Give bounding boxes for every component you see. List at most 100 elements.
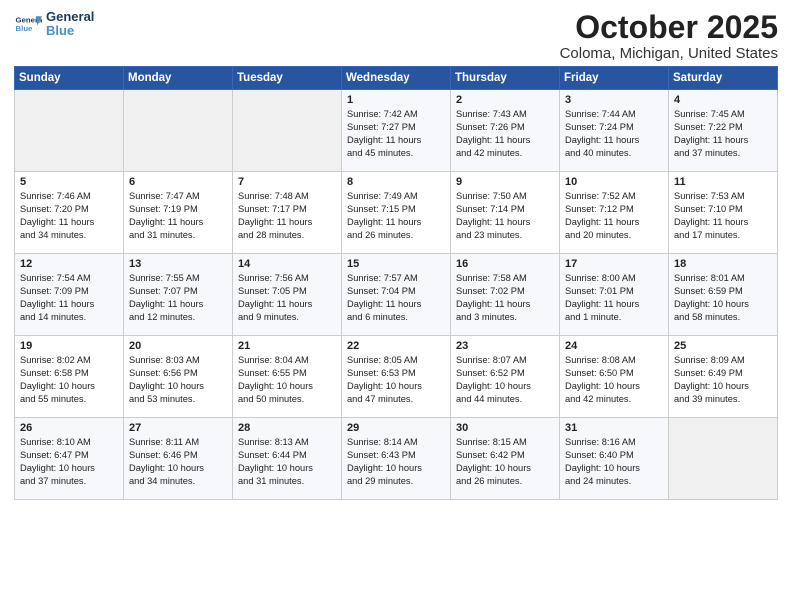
- calendar-cell: 27Sunrise: 8:11 AM Sunset: 6:46 PM Dayli…: [124, 418, 233, 500]
- day-info: Sunrise: 7:55 AM Sunset: 7:07 PM Dayligh…: [129, 272, 227, 324]
- day-number: 19: [20, 340, 118, 352]
- calendar-cell: 5Sunrise: 7:46 AM Sunset: 7:20 PM Daylig…: [15, 172, 124, 254]
- day-info: Sunrise: 8:08 AM Sunset: 6:50 PM Dayligh…: [565, 354, 663, 406]
- month-title: October 2025: [560, 10, 778, 45]
- calendar-cell: 3 Sunrise: 7:44 AM Sunset: 7:24 PM Daylig…: [560, 90, 669, 172]
- day-number: 20: [129, 340, 227, 352]
- day-number: 27: [129, 422, 227, 434]
- day-number: 4: [674, 94, 772, 106]
- day-number: 6: [129, 176, 227, 188]
- calendar-cell: 25Sunrise: 8:09 AM Sunset: 6:49 PM Dayli…: [669, 336, 778, 418]
- calendar-cell: 9 Sunrise: 7:50 AM Sunset: 7:14 PM Daylig…: [451, 172, 560, 254]
- calendar-cell: 21 Sunrise: 8:04 AM Sunset: 6:55 PM Dayli…: [233, 336, 342, 418]
- day-info: Sunrise: 7:44 AM Sunset: 7:24 PM Dayligh…: [565, 108, 663, 160]
- day-number: 14: [238, 258, 336, 270]
- calendar-week-row: 26 Sunrise: 8:10 AM Sunset: 6:47 PM Dayli…: [15, 418, 778, 500]
- weekday-header-monday: Monday: [124, 67, 233, 90]
- calendar-cell: 14Sunrise: 7:56 AM Sunset: 7:05 PM Dayli…: [233, 254, 342, 336]
- calendar-week-row: 19 Sunrise: 8:02 AM Sunset: 6:58 PM Dayli…: [15, 336, 778, 418]
- logo: General Blue General Blue: [14, 10, 94, 39]
- weekday-header-sunday: Sunday: [15, 67, 124, 90]
- calendar-cell: [669, 418, 778, 500]
- calendar-cell: 2 Sunrise: 7:43 AM Sunset: 7:26 PM Daylig…: [451, 90, 560, 172]
- day-number: 10: [565, 176, 663, 188]
- weekday-header-wednesday: Wednesday: [342, 67, 451, 90]
- day-info: Sunrise: 7:46 AM Sunset: 7:20 PM Dayligh…: [20, 190, 118, 242]
- calendar-cell: 12 Sunrise: 7:54 AM Sunset: 7:09 PM Dayli…: [15, 254, 124, 336]
- calendar-cell: 6 Sunrise: 7:47 AM Sunset: 7:19 PM Daylig…: [124, 172, 233, 254]
- calendar-cell: 7 Sunrise: 7:48 AM Sunset: 7:17 PM Daylig…: [233, 172, 342, 254]
- day-info: Sunrise: 8:05 AM Sunset: 6:53 PM Dayligh…: [347, 354, 445, 406]
- calendar-cell: 8 Sunrise: 7:49 AM Sunset: 7:15 PM Daylig…: [342, 172, 451, 254]
- day-info: Sunrise: 8:02 AM Sunset: 6:58 PM Dayligh…: [20, 354, 118, 406]
- day-number: 3: [565, 94, 663, 106]
- logo-line1: General: [46, 10, 94, 24]
- day-number: 7: [238, 176, 336, 188]
- weekday-header-thursday: Thursday: [451, 67, 560, 90]
- calendar-cell: 26 Sunrise: 8:10 AM Sunset: 6:47 PM Dayli…: [15, 418, 124, 500]
- day-number: 8: [347, 176, 445, 188]
- day-info: Sunrise: 7:50 AM Sunset: 7:14 PM Dayligh…: [456, 190, 554, 242]
- day-info: Sunrise: 8:04 AM Sunset: 6:55 PM Dayligh…: [238, 354, 336, 406]
- weekday-header-friday: Friday: [560, 67, 669, 90]
- weekday-header-row: SundayMondayTuesdayWednesdayThursdayFrid…: [15, 67, 778, 90]
- day-number: 11: [674, 176, 772, 188]
- calendar-cell: 18 Sunrise: 8:01 AM Sunset: 6:59 PM Dayli…: [669, 254, 778, 336]
- day-info: Sunrise: 7:42 AM Sunset: 7:27 PM Dayligh…: [347, 108, 445, 160]
- calendar-cell: 17 Sunrise: 8:00 AM Sunset: 7:01 PM Dayli…: [560, 254, 669, 336]
- calendar-week-row: 12 Sunrise: 7:54 AM Sunset: 7:09 PM Dayli…: [15, 254, 778, 336]
- calendar-cell: 23 Sunrise: 8:07 AM Sunset: 6:52 PM Dayli…: [451, 336, 560, 418]
- day-info: Sunrise: 8:07 AM Sunset: 6:52 PM Dayligh…: [456, 354, 554, 406]
- calendar-cell: [124, 90, 233, 172]
- day-info: Sunrise: 8:16 AM Sunset: 6:40 PM Dayligh…: [565, 436, 663, 488]
- calendar-cell: 16Sunrise: 7:58 AM Sunset: 7:02 PM Dayli…: [451, 254, 560, 336]
- calendar-cell: 28 Sunrise: 8:13 AM Sunset: 6:44 PM Dayli…: [233, 418, 342, 500]
- day-number: 24: [565, 340, 663, 352]
- weekday-header-tuesday: Tuesday: [233, 67, 342, 90]
- day-info: Sunrise: 8:15 AM Sunset: 6:42 PM Dayligh…: [456, 436, 554, 488]
- day-number: 17: [565, 258, 663, 270]
- day-number: 29: [347, 422, 445, 434]
- day-number: 28: [238, 422, 336, 434]
- day-number: 2: [456, 94, 554, 106]
- day-number: 15: [347, 258, 445, 270]
- day-info: Sunrise: 7:52 AM Sunset: 7:12 PM Dayligh…: [565, 190, 663, 242]
- day-info: Sunrise: 7:49 AM Sunset: 7:15 PM Dayligh…: [347, 190, 445, 242]
- day-number: 18: [674, 258, 772, 270]
- calendar-cell: 10 Sunrise: 7:52 AM Sunset: 7:12 PM Dayli…: [560, 172, 669, 254]
- day-info: Sunrise: 7:47 AM Sunset: 7:19 PM Dayligh…: [129, 190, 227, 242]
- day-info: Sunrise: 7:57 AM Sunset: 7:04 PM Dayligh…: [347, 272, 445, 324]
- location-title: Coloma, Michigan, United States: [560, 45, 778, 62]
- calendar-cell: [233, 90, 342, 172]
- calendar-cell: 11 Sunrise: 7:53 AM Sunset: 7:10 PM Dayli…: [669, 172, 778, 254]
- calendar-cell: 1 Sunrise: 7:42 AM Sunset: 7:27 PM Daylig…: [342, 90, 451, 172]
- day-number: 9: [456, 176, 554, 188]
- day-info: Sunrise: 8:00 AM Sunset: 7:01 PM Dayligh…: [565, 272, 663, 324]
- day-number: 12: [20, 258, 118, 270]
- calendar-table: SundayMondayTuesdayWednesdayThursdayFrid…: [14, 66, 778, 500]
- day-info: Sunrise: 7:43 AM Sunset: 7:26 PM Dayligh…: [456, 108, 554, 160]
- day-info: Sunrise: 7:45 AM Sunset: 7:22 PM Dayligh…: [674, 108, 772, 160]
- calendar-cell: 20Sunrise: 8:03 AM Sunset: 6:56 PM Dayli…: [124, 336, 233, 418]
- logo-line2: Blue: [46, 24, 94, 38]
- calendar-cell: 22Sunrise: 8:05 AM Sunset: 6:53 PM Dayli…: [342, 336, 451, 418]
- day-number: 21: [238, 340, 336, 352]
- day-number: 1: [347, 94, 445, 106]
- calendar-cell: 4 Sunrise: 7:45 AM Sunset: 7:22 PM Daylig…: [669, 90, 778, 172]
- day-info: Sunrise: 8:10 AM Sunset: 6:47 PM Dayligh…: [20, 436, 118, 488]
- day-info: Sunrise: 8:09 AM Sunset: 6:49 PM Dayligh…: [674, 354, 772, 406]
- day-info: Sunrise: 7:58 AM Sunset: 7:02 PM Dayligh…: [456, 272, 554, 324]
- day-info: Sunrise: 8:14 AM Sunset: 6:43 PM Dayligh…: [347, 436, 445, 488]
- weekday-header-saturday: Saturday: [669, 67, 778, 90]
- day-number: 26: [20, 422, 118, 434]
- day-info: Sunrise: 7:48 AM Sunset: 7:17 PM Dayligh…: [238, 190, 336, 242]
- day-info: Sunrise: 8:01 AM Sunset: 6:59 PM Dayligh…: [674, 272, 772, 324]
- calendar-cell: 15 Sunrise: 7:57 AM Sunset: 7:04 PM Dayli…: [342, 254, 451, 336]
- svg-text:Blue: Blue: [16, 24, 34, 33]
- day-number: 23: [456, 340, 554, 352]
- calendar-cell: 13Sunrise: 7:55 AM Sunset: 7:07 PM Dayli…: [124, 254, 233, 336]
- day-info: Sunrise: 8:13 AM Sunset: 6:44 PM Dayligh…: [238, 436, 336, 488]
- day-info: Sunrise: 7:54 AM Sunset: 7:09 PM Dayligh…: [20, 272, 118, 324]
- calendar-cell: 30Sunrise: 8:15 AM Sunset: 6:42 PM Dayli…: [451, 418, 560, 500]
- day-info: Sunrise: 7:53 AM Sunset: 7:10 PM Dayligh…: [674, 190, 772, 242]
